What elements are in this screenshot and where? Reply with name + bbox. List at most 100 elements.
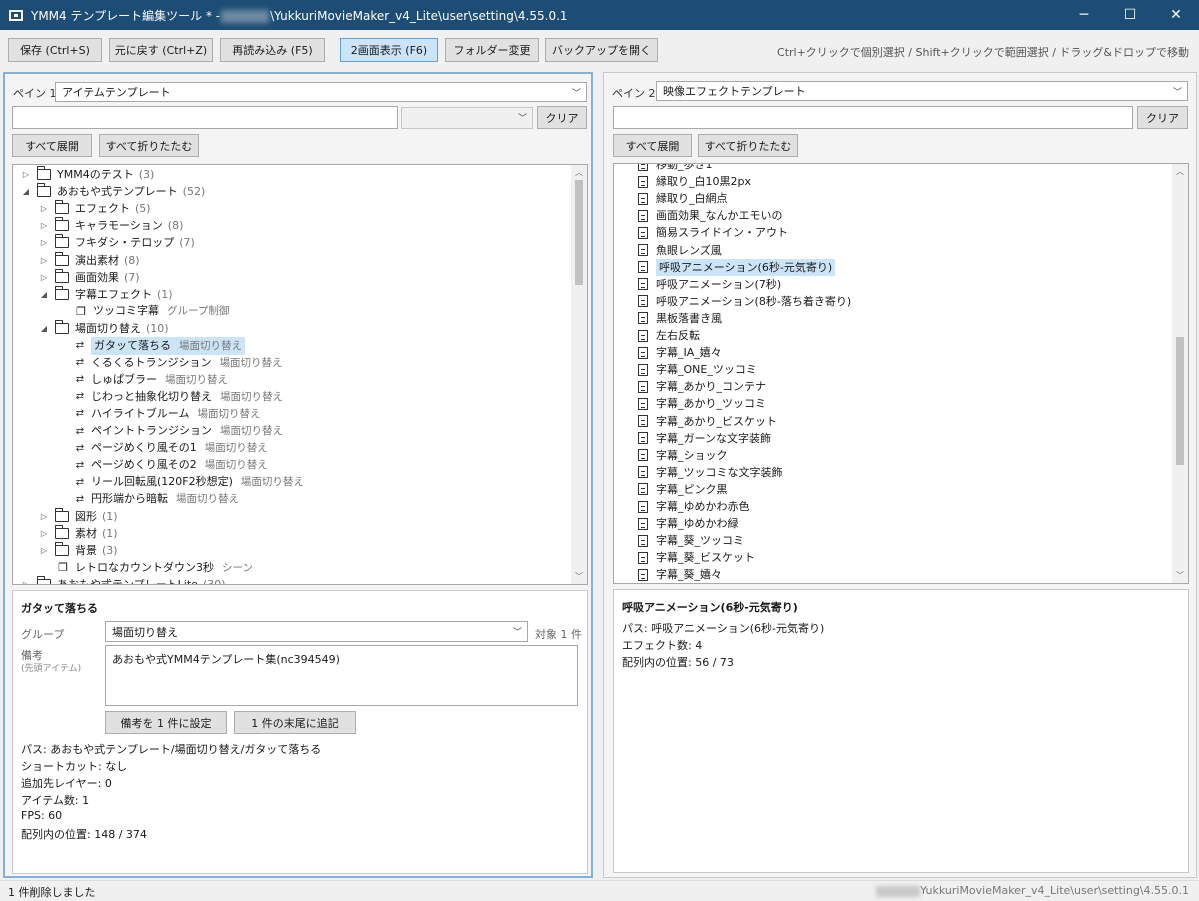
tree-row[interactable]: ▷ エフェクト (5) bbox=[39, 200, 151, 217]
expand-arrow-icon[interactable]: ▷ bbox=[39, 252, 49, 269]
tree-row[interactable]: ▷ 図形 (1) bbox=[39, 508, 118, 525]
undo-button[interactable]: 元に戻す (Ctrl+Z) bbox=[109, 38, 213, 62]
list-item[interactable]: 呼吸アニメーション(7秒) bbox=[638, 276, 781, 293]
list-item[interactable]: 呼吸アニメーション(6秒-元気寄り) bbox=[638, 258, 836, 276]
list-item[interactable]: 左右反転 bbox=[638, 327, 700, 344]
expand-arrow-icon[interactable]: ▷ bbox=[21, 166, 31, 183]
collapse-arrow-icon[interactable]: ◢ bbox=[39, 320, 49, 337]
pane-2-type-select[interactable]: 映像エフェクトテンプレート ﹀ bbox=[656, 81, 1188, 101]
pane-1-tree[interactable]: ︿ ﹀ ▷ YMM4のテスト (3) ◢ あおもや式テンプレート (52) ▷ エフェクト (5… bbox=[12, 164, 588, 585]
list-item[interactable]: 縁取り_白10黒2px bbox=[638, 173, 751, 190]
list-item[interactable]: 字幕_ショック bbox=[638, 447, 728, 464]
tree-row[interactable]: ⇄ 円形端から暗転 場面切り替え bbox=[57, 491, 239, 508]
list-item[interactable]: 呼吸アニメーション(8秒-落ち着き寄り) bbox=[638, 293, 851, 310]
list-item[interactable]: 字幕_ガーンな文字装飾 bbox=[638, 430, 771, 447]
pane-2-clear-button[interactable]: クリア bbox=[1137, 106, 1188, 129]
list-item[interactable]: 字幕_ゆめかわ赤色 bbox=[638, 498, 750, 515]
tree-row[interactable]: ◢ 字幕エフェクト (1) bbox=[39, 285, 173, 303]
pane-1-filter-select[interactable]: ﹀ bbox=[401, 107, 533, 129]
pane-2-search-input[interactable] bbox=[613, 106, 1133, 129]
scroll-thumb[interactable] bbox=[575, 180, 583, 285]
tree-row[interactable]: ▷ フキダシ・テロップ (7) bbox=[39, 234, 195, 251]
group-select[interactable]: 場面切り替え ﹀ bbox=[105, 621, 528, 642]
expand-arrow-icon[interactable]: ▷ bbox=[39, 234, 49, 251]
tree-row[interactable]: ⇄ しゅぱブラー 場面切り替え bbox=[57, 371, 228, 388]
tree-row[interactable]: ▷ あおもや式テンプレートLite (30) bbox=[21, 576, 226, 584]
scroll-up-icon[interactable]: ︿ bbox=[571, 165, 587, 180]
pane-1-search-input[interactable] bbox=[12, 106, 398, 129]
list-item[interactable]: 字幕_ピンク黒 bbox=[638, 481, 728, 498]
list-item[interactable]: 字幕_ONE_ツッコミ bbox=[638, 361, 757, 378]
scroll-up-icon[interactable]: ︿ bbox=[1172, 164, 1188, 179]
list-item[interactable]: 字幕_葵_ビスケット bbox=[638, 549, 755, 566]
list-item[interactable]: 魚眼レンズ風 bbox=[638, 242, 722, 259]
pane-1-expand-all-button[interactable]: すべて展開 bbox=[12, 134, 92, 157]
expand-arrow-icon[interactable]: ▷ bbox=[21, 576, 31, 584]
scroll-thumb[interactable] bbox=[1176, 337, 1184, 465]
expand-arrow-icon[interactable]: ▷ bbox=[39, 200, 49, 217]
expand-arrow-icon[interactable]: ▷ bbox=[39, 217, 49, 234]
dual-view-button[interactable]: 2画面表示 (F6) bbox=[340, 38, 438, 62]
tree-row[interactable]: ▷ 背景 (3) bbox=[39, 542, 118, 559]
tree-row[interactable]: ◢ あおもや式テンプレート (52) bbox=[21, 183, 205, 200]
list-item-label: 字幕_ガーンな文字装飾 bbox=[656, 431, 771, 445]
pane-2-collapse-all-button[interactable]: すべて折りたたむ bbox=[698, 134, 798, 157]
scroll-down-icon[interactable]: ﹀ bbox=[1172, 568, 1188, 583]
pane-1-collapse-all-button[interactable]: すべて折りたたむ bbox=[99, 134, 199, 157]
tree-row[interactable]: ▷ YMM4のテスト (3) bbox=[21, 166, 154, 183]
open-backup-button[interactable]: バックアップを開く bbox=[545, 38, 658, 62]
close-button[interactable]: ✕ bbox=[1153, 0, 1199, 30]
collapse-arrow-icon[interactable]: ◢ bbox=[21, 183, 31, 200]
expand-arrow-icon[interactable]: ▷ bbox=[39, 508, 49, 525]
pane-1-clear-button[interactable]: クリア bbox=[537, 106, 587, 129]
list-item[interactable]: 字幕_ゆめかわ緑 bbox=[638, 515, 739, 532]
reload-button[interactable]: 再読み込み (F5) bbox=[220, 38, 325, 62]
expand-arrow-icon[interactable]: ▷ bbox=[39, 542, 49, 559]
list-item[interactable]: 字幕_あかり_ツッコミ bbox=[638, 395, 766, 412]
set-memo-button[interactable]: 備考を 1 件に設定 bbox=[105, 711, 227, 734]
list-item[interactable]: 黒板落書き風 bbox=[638, 310, 722, 327]
change-folder-button[interactable]: フォルダー変更 bbox=[445, 38, 539, 62]
tree-row[interactable]: ⇄ ハイライトブルーム 場面切り替え bbox=[57, 405, 261, 422]
expand-arrow-icon[interactable]: ▷ bbox=[39, 269, 49, 286]
pane-2-scrollbar[interactable]: ︿ ﹀ bbox=[1172, 164, 1188, 583]
list-item[interactable]: 字幕_葵_嬉々 bbox=[638, 566, 722, 583]
tree-row[interactable]: ⇄ ペイントトランジション 場面切り替え bbox=[57, 423, 283, 440]
tree-row[interactable]: ⇄ ページめくり風その2 場面切り替え bbox=[57, 457, 268, 474]
pane-1-scrollbar[interactable]: ︿ ﹀ bbox=[571, 165, 587, 584]
list-item[interactable]: 縁取り_白網点 bbox=[638, 190, 728, 207]
list-item[interactable]: 移動_歩き1 bbox=[638, 164, 713, 173]
list-item[interactable]: 字幕_あかり_ビスケット bbox=[638, 413, 777, 430]
save-button[interactable]: 保存 (Ctrl+S) bbox=[8, 38, 102, 62]
list-item[interactable]: 字幕_ツッコミな文字装飾 bbox=[638, 464, 783, 481]
memo-textarea[interactable]: あおもや式YMM4テンプレート集(nc394549) bbox=[105, 645, 578, 706]
maximize-button[interactable]: ☐ bbox=[1107, 0, 1153, 30]
tree-row[interactable]: ⇄ ガタッて落ちる 場面切り替え bbox=[57, 336, 245, 355]
scroll-down-icon[interactable]: ﹀ bbox=[571, 569, 587, 584]
tree-row[interactable]: ▷ 演出素材 (8) bbox=[39, 251, 140, 269]
tree-row[interactable]: ⇄ ページめくり風その1 場面切り替え bbox=[57, 440, 268, 457]
expand-arrow-icon[interactable]: ▷ bbox=[39, 525, 49, 542]
tree-row[interactable]: ❐ ツッコミ字幕 グループ制御 bbox=[57, 303, 229, 320]
tree-row[interactable]: ▷ キャラモーション (8) bbox=[39, 217, 183, 234]
append-memo-button[interactable]: 1 件の末尾に追記 bbox=[234, 711, 356, 734]
list-item-label: 字幕_葵_嬉々 bbox=[656, 568, 722, 582]
list-item[interactable]: 字幕_あかり_コンテナ bbox=[638, 378, 766, 395]
tree-row[interactable]: ⇄ じわっと抽象化切り替え 場面切り替え bbox=[57, 388, 283, 405]
tree-row[interactable]: ⇄ くるくるトランジション 場面切り替え bbox=[57, 354, 283, 371]
pane-2-expand-all-button[interactable]: すべて展開 bbox=[613, 134, 692, 157]
tree-row[interactable]: ▷ 画面効果 (7) bbox=[39, 268, 140, 286]
list-item[interactable]: 簡易スライドイン・アウト bbox=[638, 224, 788, 241]
tree-row[interactable]: ❐ レトロなカウントダウン3秒 シーン bbox=[39, 559, 253, 576]
tree-row[interactable]: ⇄ リール回転風(120F2秒想定) 場面切り替え bbox=[57, 474, 304, 491]
list-item[interactable]: 字幕_葵_ツッコミ bbox=[638, 532, 744, 549]
list-item[interactable]: 画面効果_なんかエモいの bbox=[638, 207, 783, 224]
pane-2-list[interactable]: ︿ ﹀ 移動_歩き1 縁取り_白10黒2px 縁取り_白網点 画面効果_なんかエモいの… bbox=[613, 163, 1189, 584]
collapse-arrow-icon[interactable]: ◢ bbox=[39, 286, 49, 303]
pane-1-type-select[interactable]: アイテムテンプレート ﹀ bbox=[55, 82, 587, 102]
tree-row[interactable]: ◢ 場面切り替え (10) bbox=[39, 319, 169, 337]
pane-2: ペイン 2 映像エフェクトテンプレート ﹀ クリア すべて展開 すべて折りたたむ… bbox=[603, 72, 1197, 878]
list-item[interactable]: 字幕_IA_嬉々 bbox=[638, 344, 722, 361]
tree-row[interactable]: ▷ 素材 (1) bbox=[39, 525, 118, 542]
minimize-button[interactable]: ─ bbox=[1061, 0, 1107, 30]
